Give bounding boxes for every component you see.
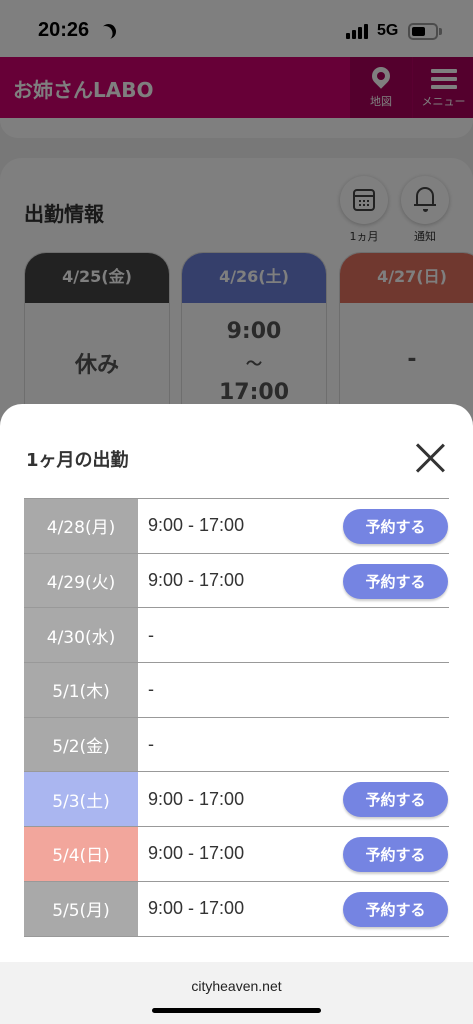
schedule-time: 9:00 - 17:00 bbox=[148, 788, 245, 809]
schedule-time: - bbox=[148, 624, 154, 645]
monthly-schedule-sheet: 1ヶ月の出勤 4/28(月) 9:00 - 17:00 予約する 4/29(火)… bbox=[0, 404, 473, 1024]
schedule-row: 5/1(木) - bbox=[24, 663, 449, 718]
reserve-button[interactable]: 予約する bbox=[343, 837, 448, 873]
schedule-date: 5/2(金) bbox=[24, 717, 138, 772]
reserve-button[interactable]: 予約する bbox=[343, 782, 448, 818]
schedule-time: 9:00 - 17:00 bbox=[148, 515, 245, 536]
schedule-row: 5/5(月) 9:00 - 17:00 予約する bbox=[24, 881, 449, 937]
schedule-date: 5/1(木) bbox=[24, 663, 138, 717]
schedule-date: 4/29(火) bbox=[24, 553, 138, 608]
schedule-time: - bbox=[148, 734, 154, 755]
close-icon bbox=[414, 442, 446, 474]
schedule-date: 4/28(月) bbox=[24, 499, 138, 553]
schedule-time: 9:00 - 17:00 bbox=[148, 570, 245, 591]
schedule-date: 5/4(日) bbox=[24, 827, 138, 881]
home-indicator[interactable] bbox=[152, 1008, 321, 1013]
schedule-time: 9:00 - 17:00 bbox=[148, 843, 245, 864]
sheet-title: 1ヶ月の出勤 bbox=[26, 450, 129, 471]
schedule-time: - bbox=[148, 679, 154, 700]
schedule-date: 4/30(水) bbox=[24, 608, 138, 663]
reserve-button[interactable]: 予約する bbox=[343, 509, 448, 544]
schedule-row: 5/2(金) - bbox=[24, 717, 449, 773]
schedule-row: 4/30(水) - bbox=[24, 608, 449, 664]
schedule-row: 4/29(火) 9:00 - 17:00 予約する bbox=[24, 553, 449, 609]
reserve-button[interactable]: 予約する bbox=[343, 891, 448, 927]
schedule-table: 4/28(月) 9:00 - 17:00 予約する 4/29(火) 9:00 -… bbox=[24, 498, 449, 937]
schedule-row: 4/28(月) 9:00 - 17:00 予約する bbox=[24, 499, 449, 554]
schedule-date: 5/3(土) bbox=[24, 772, 138, 827]
schedule-time: 9:00 - 17:00 bbox=[148, 898, 245, 919]
schedule-row: 5/4(日) 9:00 - 17:00 予約する bbox=[24, 827, 449, 882]
schedule-row: 5/3(土) 9:00 - 17:00 予約する bbox=[24, 772, 449, 828]
reserve-button[interactable]: 予約する bbox=[343, 563, 448, 599]
browser-footer: cityheaven.net bbox=[0, 962, 473, 1024]
close-button[interactable] bbox=[410, 438, 450, 478]
footer-domain[interactable]: cityheaven.net bbox=[0, 978, 473, 994]
schedule-date: 5/5(月) bbox=[24, 881, 138, 936]
